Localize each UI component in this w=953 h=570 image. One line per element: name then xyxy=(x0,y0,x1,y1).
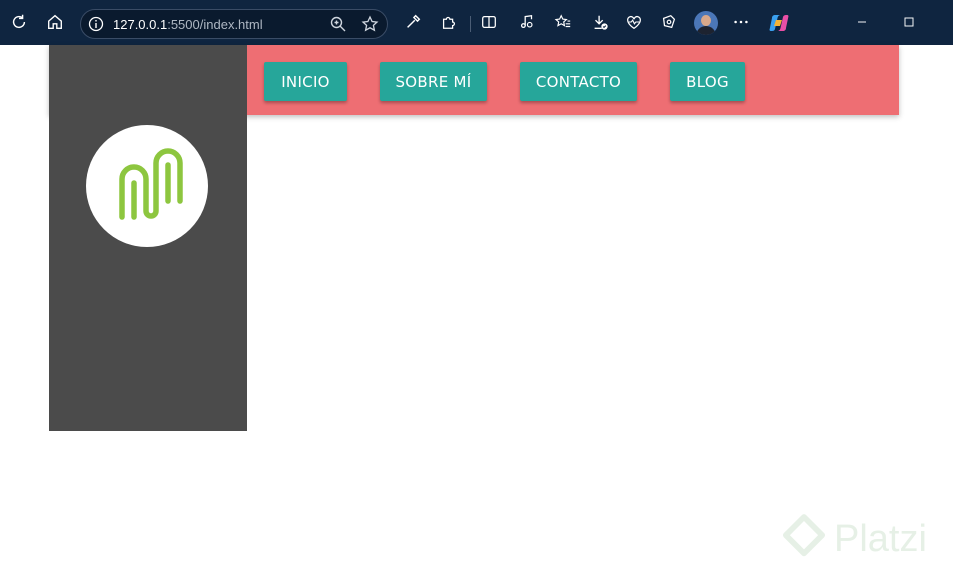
home-icon[interactable] xyxy=(42,9,68,35)
info-icon[interactable] xyxy=(88,16,104,32)
watermark-text: Platzi xyxy=(834,517,927,560)
nav-blog-button[interactable]: BLOG xyxy=(670,62,745,101)
copilot-icon[interactable] xyxy=(768,12,790,34)
minimize-icon[interactable] xyxy=(849,9,875,35)
favorite-star-icon[interactable] xyxy=(361,15,379,33)
browser-essentials-icon[interactable] xyxy=(621,9,647,35)
toolbar-divider xyxy=(470,16,471,32)
maximize-icon[interactable] xyxy=(896,9,922,35)
browser-toolbar: 127.0.0.1:5500/index.html xyxy=(0,0,953,45)
avatar-face xyxy=(701,15,711,26)
refresh-icon[interactable] xyxy=(6,9,32,35)
favorites-icon[interactable] xyxy=(550,9,576,35)
eyedropper-icon[interactable] xyxy=(400,9,426,35)
zoom-icon[interactable] xyxy=(329,15,347,33)
nav-inicio-button[interactable]: INICIO xyxy=(264,62,347,101)
split-screen-icon[interactable] xyxy=(476,9,502,35)
paperclip-logo-icon xyxy=(119,148,183,220)
more-menu-icon[interactable] xyxy=(728,9,754,35)
nav-sobre-mi-button[interactable]: SOBRE MÍ xyxy=(380,62,487,101)
avatar-body xyxy=(696,26,716,35)
url-path: :5500/index.html xyxy=(167,17,263,32)
collections-icon[interactable] xyxy=(656,9,682,35)
address-bar[interactable]: 127.0.0.1:5500/index.html xyxy=(80,9,388,39)
platzi-watermark: Platzi xyxy=(782,512,947,566)
media-icon[interactable] xyxy=(514,9,540,35)
downloads-icon[interactable] xyxy=(587,9,613,35)
url-host: 127.0.0.1 xyxy=(113,17,168,32)
platzi-logo-icon xyxy=(782,514,826,557)
url-text[interactable]: 127.0.0.1:5500/index.html xyxy=(113,17,263,32)
profile-avatar[interactable] xyxy=(694,11,718,35)
nav-contacto-button[interactable]: CONTACTO xyxy=(520,62,637,101)
extensions-icon[interactable] xyxy=(436,9,462,35)
logo[interactable] xyxy=(86,125,208,247)
